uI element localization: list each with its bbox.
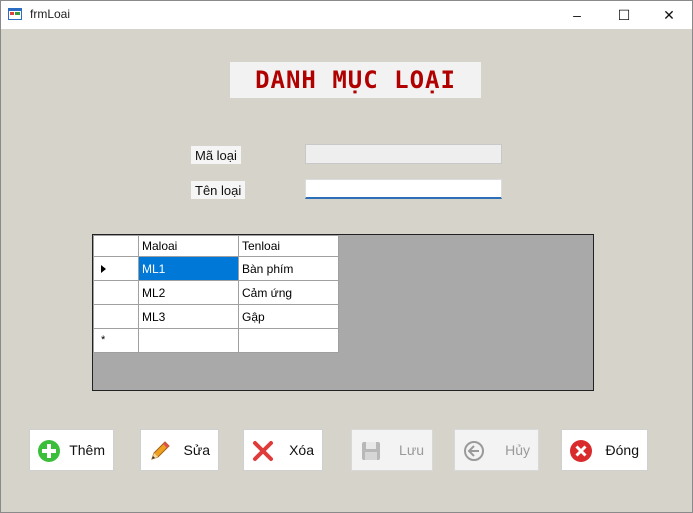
grid-header-row: Maloai Tenloai [93,235,339,257]
table-row[interactable]: ML2 Cảm ứng [93,280,339,305]
save-disk-icon [362,442,380,460]
column-header-maloai[interactable]: Maloai [138,235,239,257]
dong-button[interactable]: Đóng [561,429,648,471]
huy-button[interactable]: Hủy [454,429,539,471]
minimize-icon: – [573,7,581,23]
luu-label: Lưu [399,442,424,458]
sua-label: Sửa [183,442,211,458]
new-row[interactable]: * [93,328,339,353]
cell-tenloai-new[interactable] [238,328,339,353]
luu-button[interactable]: Lưu [351,429,433,471]
close-circle-icon [570,440,592,462]
new-row-icon: * [101,334,106,346]
cell-maloai[interactable]: ML1 [138,256,239,281]
app-icon [8,8,22,20]
cell-tenloai[interactable]: Cảm ứng [238,280,339,305]
current-row-arrow-icon [101,265,106,273]
pencil-icon [151,441,170,460]
huy-label: Hủy [505,442,530,458]
row-header[interactable] [93,304,139,329]
dong-label: Đóng [605,442,639,458]
grid-table: Maloai Tenloai ML1 Bàn phím ML2 Cảm ứng … [93,235,339,353]
delete-x-icon [253,441,273,461]
close-icon: ✕ [663,6,675,23]
column-header-tenloai[interactable]: Tenloai [238,235,339,257]
table-row[interactable]: ML1 Bàn phím [93,256,339,281]
ma-loai-label: Mã loại [191,146,241,164]
row-header[interactable]: * [93,328,139,353]
window-title: frmLoai [30,7,71,21]
minimize-button[interactable]: – [554,1,600,29]
corner-header [93,235,139,257]
cell-maloai-new[interactable] [138,328,239,353]
back-arrow-icon [464,441,484,461]
ten-loai-input[interactable] [305,179,502,199]
table-row[interactable]: ML3 Gập [93,304,339,329]
cell-maloai[interactable]: ML2 [138,280,239,305]
cell-tenloai[interactable]: Gập [238,304,339,329]
cell-maloai[interactable]: ML3 [138,304,239,329]
title-bar[interactable]: frmLoai – ☐ ✕ [1,1,692,29]
form-window: frmLoai – ☐ ✕ DANH MỤC LOẠI Mã loại Tên … [0,0,693,513]
xoa-button[interactable]: Xóa [243,429,323,471]
row-header[interactable] [93,256,139,281]
ma-loai-input[interactable] [305,144,502,164]
xoa-label: Xóa [289,442,314,458]
maximize-button[interactable]: ☐ [601,1,647,29]
add-icon [38,440,60,462]
ten-loai-label: Tên loại [191,181,246,199]
sua-button[interactable]: Sửa [140,429,219,471]
row-header[interactable] [93,280,139,305]
page-title: DANH MỤC LOẠI [230,62,481,98]
them-button[interactable]: Thêm [29,429,114,471]
close-window-button[interactable]: ✕ [646,1,692,29]
cell-tenloai[interactable]: Bàn phím [238,256,339,281]
loai-data-grid[interactable]: Maloai Tenloai ML1 Bàn phím ML2 Cảm ứng … [92,234,594,391]
them-label: Thêm [69,442,105,458]
maximize-icon: ☐ [617,6,631,23]
